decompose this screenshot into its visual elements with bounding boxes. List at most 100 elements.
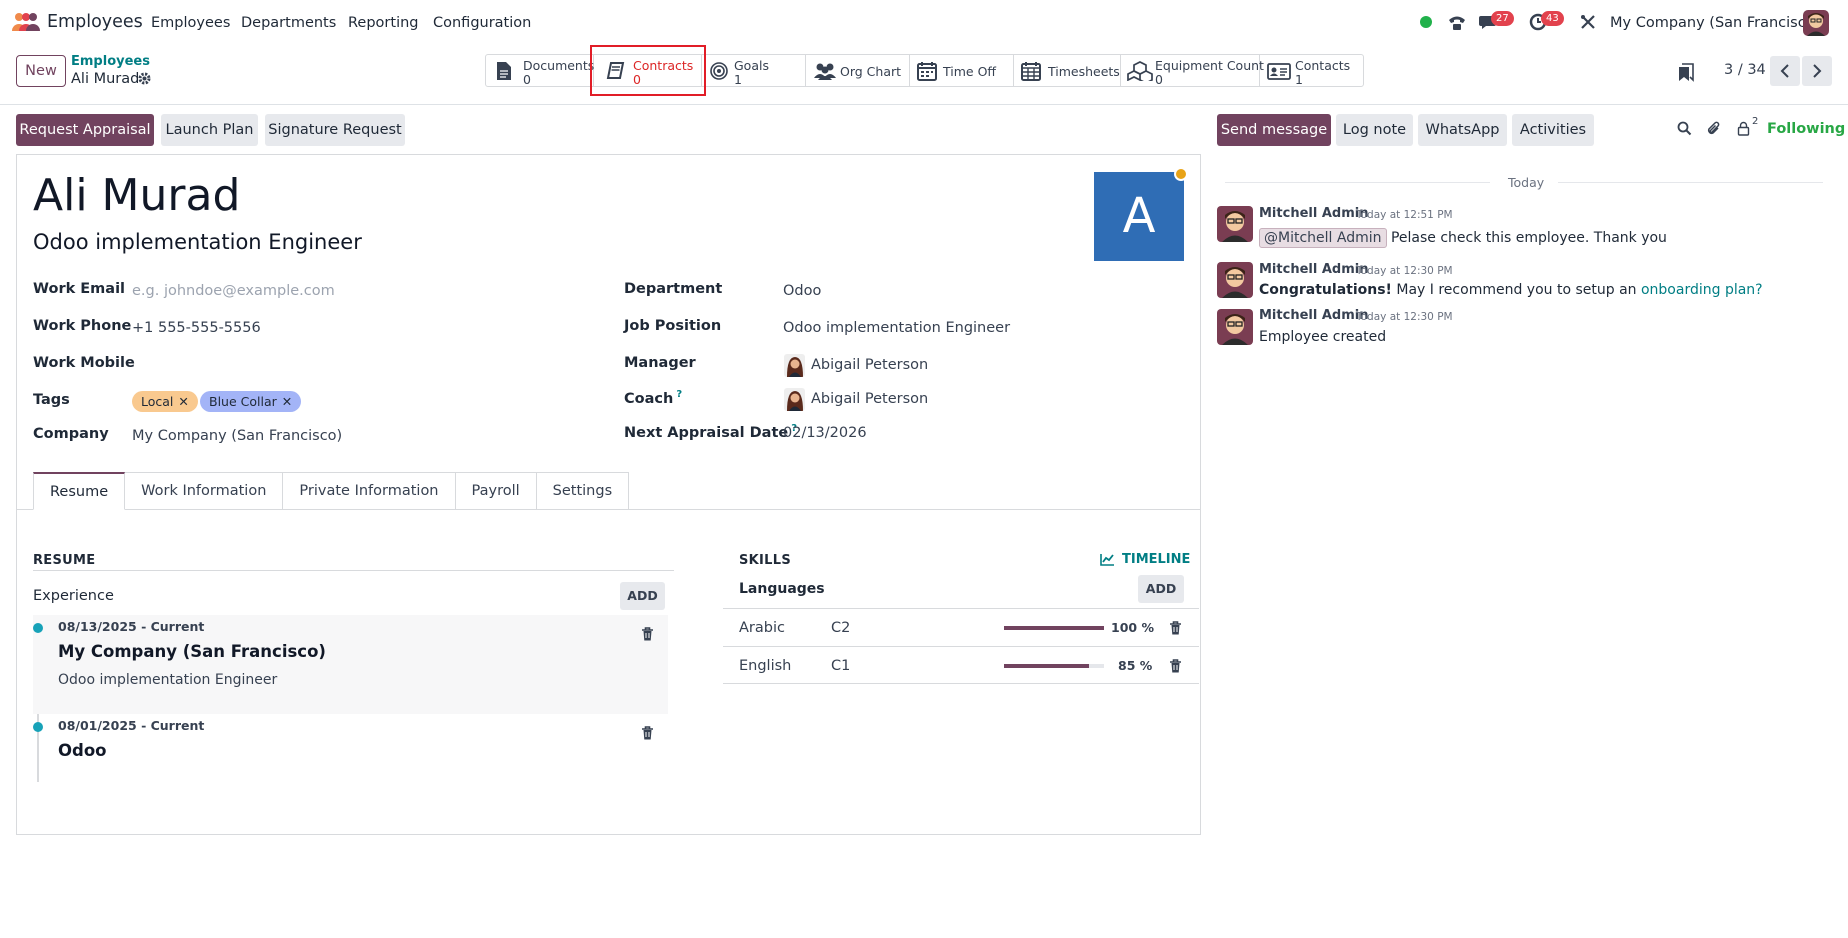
work-mobile-label: Work Mobile: [33, 355, 135, 371]
skill-percent: 100 %: [1111, 620, 1154, 635]
employee-name[interactable]: Ali Murad: [33, 170, 240, 221]
signature-request-button[interactable]: Signature Request: [265, 114, 405, 146]
equipment-count: 0: [1155, 72, 1163, 87]
tab-payroll[interactable]: Payroll: [455, 472, 537, 510]
add-skill-button[interactable]: ADD: [1138, 575, 1184, 603]
contacts-smart-button[interactable]: Contacts 1: [1260, 55, 1363, 87]
message-author[interactable]: Mitchell Admin: [1259, 262, 1368, 277]
onboarding-plan-link[interactable]: onboarding plan?: [1641, 282, 1763, 298]
time-off-label: Time Off: [943, 64, 997, 79]
tag-local[interactable]: Local ✕: [132, 391, 198, 412]
trash-icon[interactable]: [1169, 659, 1182, 673]
tab-settings[interactable]: Settings: [536, 472, 630, 510]
tab-resume[interactable]: Resume: [33, 472, 126, 510]
employee-avatar[interactable]: A: [1094, 172, 1184, 261]
next-appraisal-field[interactable]: 02/13/2026: [783, 425, 867, 441]
message-author[interactable]: Mitchell Admin: [1259, 206, 1368, 221]
bookmark-icon[interactable]: [1678, 63, 1694, 82]
new-button[interactable]: New: [16, 55, 66, 87]
timeline-dot: [33, 623, 43, 633]
followers-lock-icon[interactable]: [1737, 121, 1750, 136]
timeline-dot: [33, 722, 43, 732]
search-icon[interactable]: [1677, 121, 1692, 136]
trash-icon[interactable]: [1169, 621, 1182, 635]
goals-smart-button[interactable]: Goals 1: [702, 55, 806, 87]
address-card-icon: [1267, 61, 1291, 81]
timesheets-smart-button[interactable]: Timesheets: [1014, 55, 1121, 86]
company-field[interactable]: My Company (San Francisco): [132, 428, 342, 444]
date-divider-line: [1558, 182, 1823, 183]
cubes-icon: [1127, 61, 1153, 81]
goals-label: Goals: [734, 58, 769, 73]
time-off-smart-button[interactable]: Time Off: [910, 55, 1014, 86]
message-author-avatar[interactable]: [1217, 309, 1253, 345]
job-position-field[interactable]: Odoo implementation Engineer: [783, 320, 1010, 336]
calendar-icon: [917, 61, 937, 81]
mention-chip[interactable]: @Mitchell Admin: [1259, 228, 1387, 248]
paperclip-icon[interactable]: [1706, 121, 1721, 137]
message-author-avatar[interactable]: [1217, 262, 1253, 298]
equipment-smart-button[interactable]: Equipment Count 0: [1121, 55, 1264, 87]
message-author-avatar[interactable]: [1217, 206, 1253, 242]
whatsapp-button[interactable]: WhatsApp: [1418, 114, 1507, 146]
message-time: Today at 12:30 PM: [1356, 265, 1453, 277]
request-appraisal-button[interactable]: Request Appraisal: [16, 114, 154, 146]
trash-icon[interactable]: [641, 627, 654, 641]
work-email-field[interactable]: e.g. johndoe@example.com: [132, 283, 335, 299]
work-mobile-field[interactable]: [132, 357, 552, 375]
date-divider: Today: [1508, 175, 1545, 190]
pager-value[interactable]: 3 / 34: [1724, 62, 1766, 78]
add-experience-button[interactable]: ADD: [620, 582, 665, 610]
org-chart-smart-button[interactable]: Org Chart: [806, 55, 910, 86]
skill-progress-bar: [1004, 626, 1104, 630]
documents-label: Documents: [523, 58, 595, 73]
menu-reporting[interactable]: Reporting: [348, 15, 419, 31]
remove-tag-icon[interactable]: ✕: [178, 394, 188, 409]
skill-level: C1: [831, 658, 851, 674]
skill-row[interactable]: Arabic C2 100 %: [723, 608, 1199, 646]
next-appraisal-label: Next Appraisal Date?: [624, 423, 797, 441]
skill-progress-fill: [1004, 664, 1089, 668]
menu-departments[interactable]: Departments: [241, 15, 336, 31]
log-note-button[interactable]: Log note: [1336, 114, 1413, 146]
timeline-button[interactable]: TIMELINE: [1100, 552, 1190, 567]
help-tooltip-icon[interactable]: ?: [676, 389, 682, 400]
work-phone-field[interactable]: +1 555-555-5556: [132, 320, 261, 336]
message-author[interactable]: Mitchell Admin: [1259, 308, 1368, 323]
debug-tools-icon[interactable]: [1580, 14, 1596, 30]
remove-tag-icon[interactable]: ✕: [282, 394, 292, 409]
activities-button[interactable]: Activities: [1512, 114, 1594, 146]
coach-field[interactable]: Abigail Peterson: [811, 391, 928, 407]
company-switcher[interactable]: My Company (San Francisco): [1610, 15, 1820, 31]
resume-item-title: My Company (San Francisco): [58, 642, 326, 661]
documents-smart-button[interactable]: Documents 0: [486, 55, 595, 87]
menu-employees[interactable]: Employees: [151, 15, 230, 31]
tab-private-information[interactable]: Private Information: [283, 472, 456, 510]
menu-configuration[interactable]: Configuration: [433, 15, 531, 31]
send-message-button[interactable]: Send message: [1217, 114, 1331, 146]
breadcrumb-employees[interactable]: Employees: [71, 54, 150, 69]
employee-job-title[interactable]: Odoo implementation Engineer: [33, 230, 362, 254]
pager-next-button[interactable]: [1802, 56, 1832, 86]
resume-item-title[interactable]: Odoo: [58, 741, 107, 760]
phone-icon[interactable]: [1447, 13, 1467, 31]
activities-badge: 43: [1541, 11, 1564, 26]
launch-plan-button[interactable]: Launch Plan: [161, 114, 258, 146]
gear-icon[interactable]: [138, 72, 151, 85]
department-field[interactable]: Odoo: [783, 283, 821, 299]
tab-work-information[interactable]: Work Information: [125, 472, 284, 510]
trash-icon[interactable]: [641, 726, 654, 740]
tag-blue-collar[interactable]: Blue Collar ✕: [200, 391, 302, 412]
app-logo-icon[interactable]: [12, 12, 40, 32]
pager-previous-button[interactable]: [1770, 56, 1800, 86]
skill-name: Arabic: [739, 620, 785, 636]
app-name[interactable]: Employees: [47, 12, 143, 32]
job-position-label: Job Position: [624, 318, 722, 334]
message-time: Today at 12:30 PM: [1356, 311, 1453, 323]
languages-label: Languages: [739, 581, 825, 597]
user-avatar[interactable]: [1803, 10, 1829, 36]
manager-field[interactable]: Abigail Peterson: [811, 357, 928, 373]
following-button[interactable]: Following: [1767, 121, 1845, 137]
tag-blue-collar-label: Blue Collar: [209, 394, 277, 409]
skill-row[interactable]: English C1 85 %: [723, 646, 1199, 684]
